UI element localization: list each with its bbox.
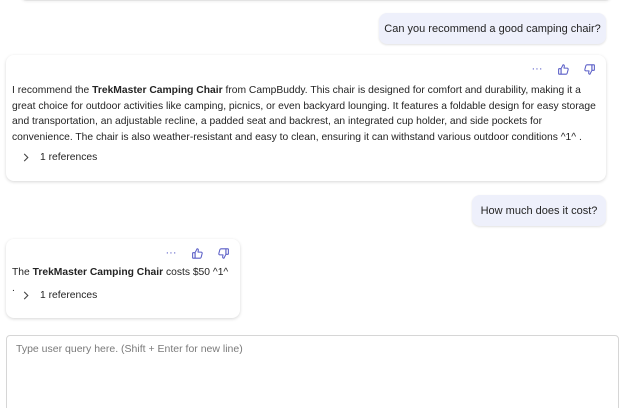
thumbs-down-icon[interactable] bbox=[216, 246, 230, 260]
user-message-text: Can you recommend a good camping chair? bbox=[384, 22, 601, 35]
chat-page: Can you recommend a good camping chair? … bbox=[0, 0, 620, 408]
references-label: 1 references bbox=[40, 290, 98, 301]
thumbs-down-icon[interactable] bbox=[582, 62, 596, 76]
message-actions: ··· bbox=[530, 62, 596, 76]
bot-message-card: ··· The TrekMaster Camping Chair costs $… bbox=[6, 239, 240, 318]
message-actions: ··· bbox=[164, 246, 230, 260]
user-message-bubble: How much does it cost? bbox=[472, 195, 606, 226]
references-label: 1 references bbox=[40, 152, 98, 163]
references-toggle[interactable]: 1 references bbox=[22, 290, 97, 301]
thumbs-up-icon[interactable] bbox=[190, 246, 204, 260]
product-name: TrekMaster Camping Chair bbox=[32, 267, 164, 278]
chevron-right-icon bbox=[22, 153, 31, 162]
more-options-icon[interactable]: ··· bbox=[530, 62, 544, 76]
chevron-right-icon bbox=[22, 291, 31, 300]
message-composer bbox=[6, 335, 619, 408]
answer-prefix: The bbox=[12, 267, 33, 278]
bot-message-card: ··· I recommend the TrekMaster Camping C… bbox=[6, 55, 606, 181]
more-options-icon[interactable]: ··· bbox=[164, 246, 178, 260]
user-message-bubble: Can you recommend a good camping chair? bbox=[379, 13, 606, 44]
thumbs-up-icon[interactable] bbox=[556, 62, 570, 76]
answer-prefix: I recommend the bbox=[12, 85, 93, 96]
previous-message-card bbox=[19, 0, 613, 1]
user-message-text: How much does it cost? bbox=[480, 204, 598, 217]
references-toggle[interactable]: 1 references bbox=[22, 152, 97, 163]
bot-message-text: I recommend the TrekMaster Camping Chair… bbox=[12, 83, 596, 145]
user-query-input[interactable] bbox=[7, 336, 618, 408]
product-name: TrekMaster Camping Chair bbox=[92, 85, 223, 96]
